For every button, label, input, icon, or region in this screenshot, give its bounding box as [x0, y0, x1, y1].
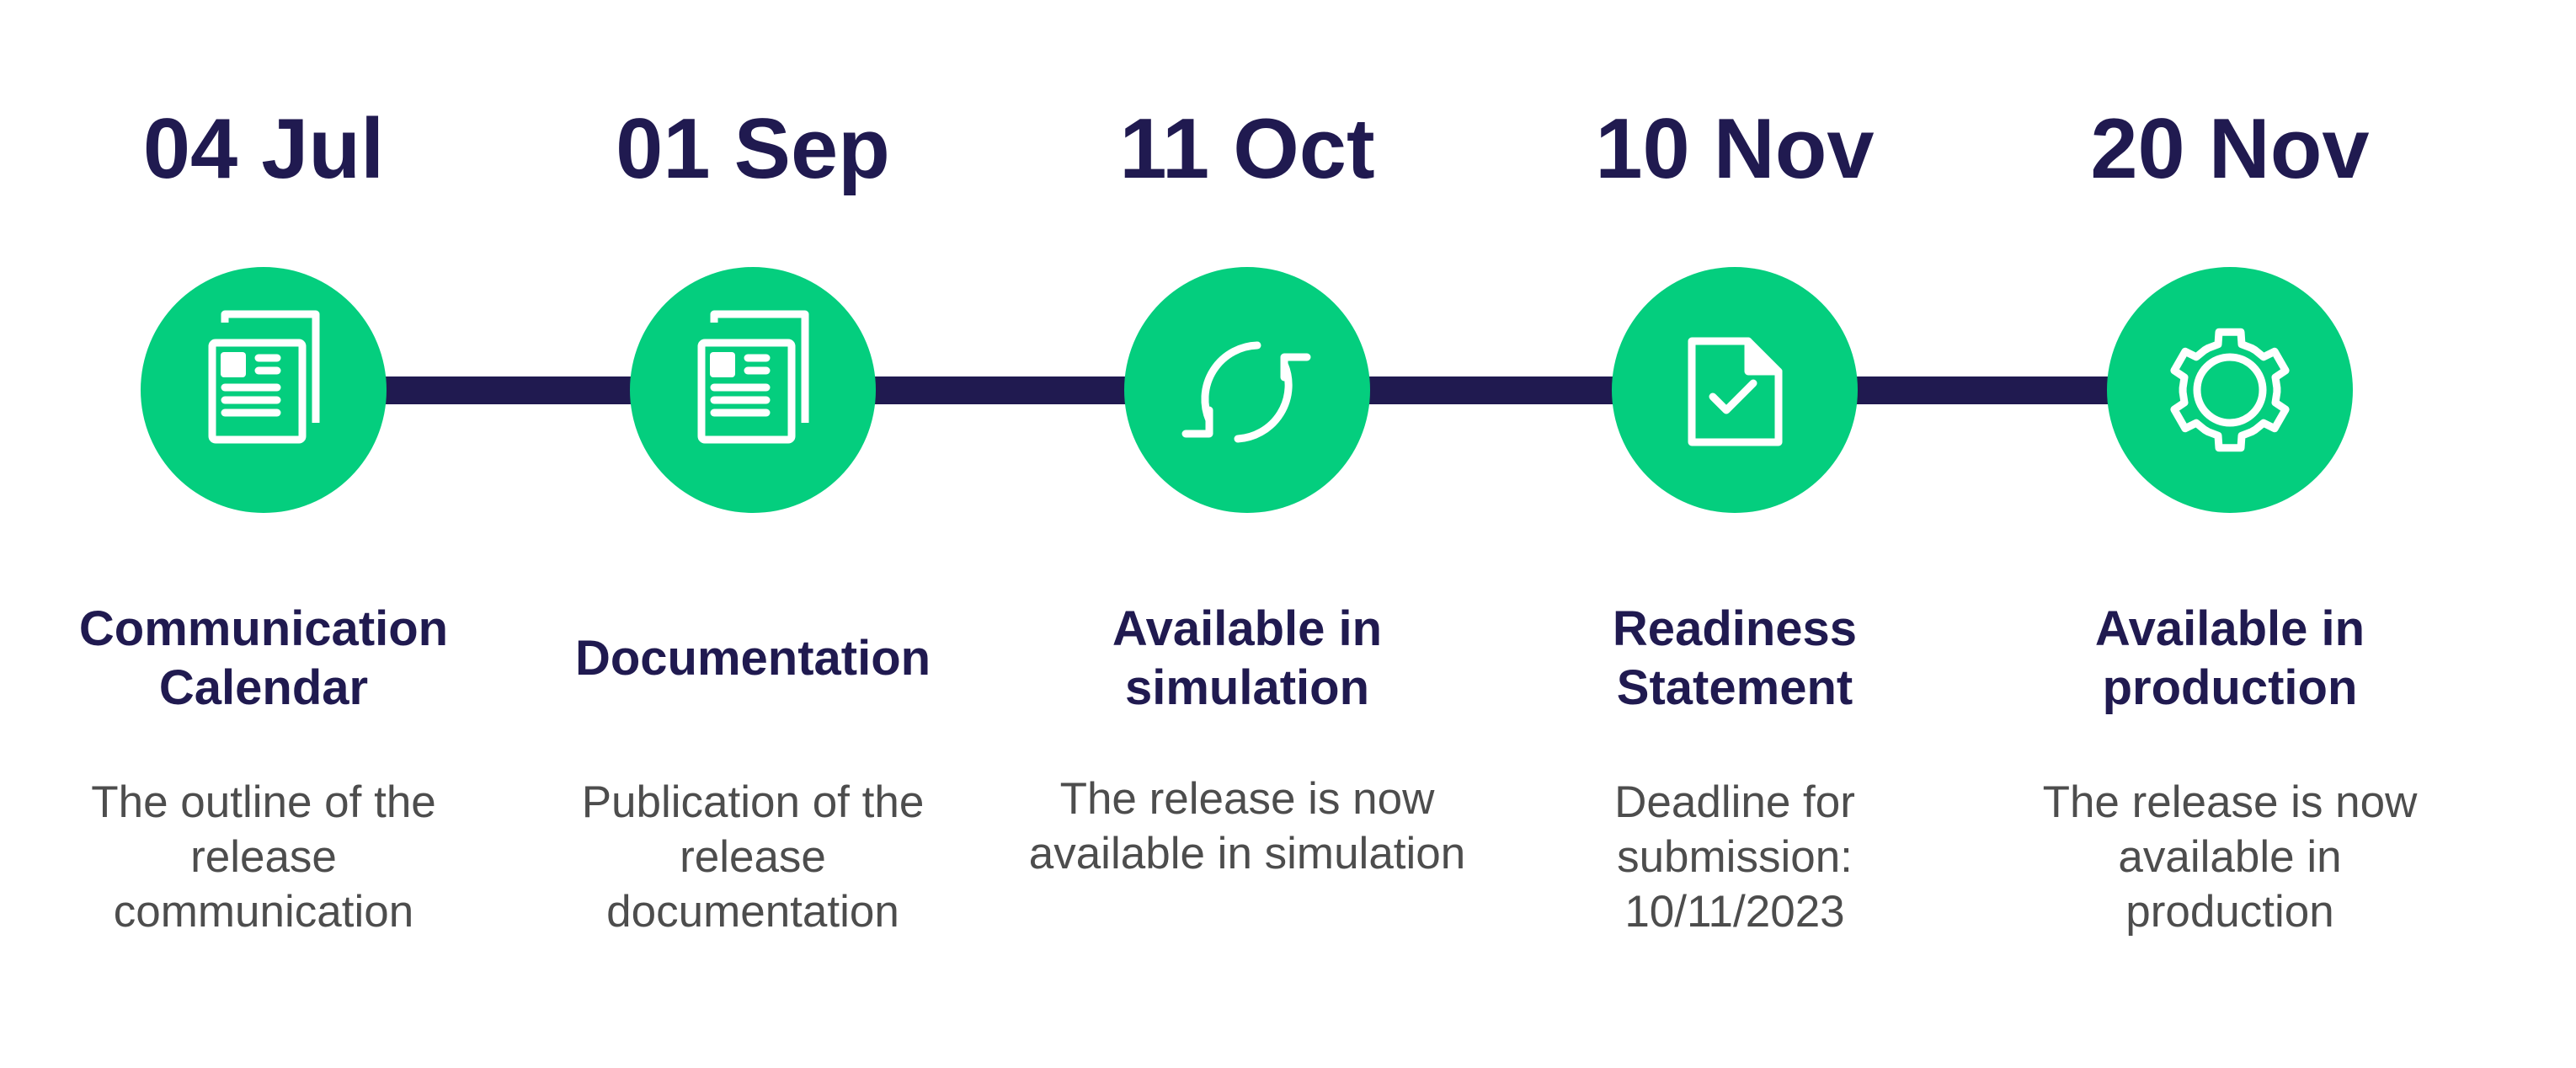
- milestone-date: 01 Sep: [616, 102, 890, 196]
- milestone-description: The release is now available in producti…: [2042, 777, 2418, 937]
- gear-icon: [2170, 328, 2290, 452]
- milestone-communication-calendar: 04 Jul Communication Calendar The outlin…: [28, 0, 499, 1068]
- milestone-icon-circle: [1612, 267, 1858, 513]
- milestone-readiness-statement: 10 Nov Readiness Statement Deadline for …: [1499, 0, 1971, 1068]
- newspaper-icon: [697, 310, 809, 444]
- milestone-title: Readiness Statement: [1612, 601, 1858, 715]
- milestone-title: Available in production: [2094, 601, 2365, 715]
- milestone-icon-circle: [1124, 267, 1370, 513]
- milestone-description: Deadline for submission: 10/11/2023: [1614, 777, 1855, 937]
- milestone-title: Communication Calendar: [78, 601, 449, 715]
- milestone-description: Publication of the release documentation: [581, 777, 925, 937]
- document-check-icon: [1688, 337, 1783, 446]
- milestone-icon-circle: [2107, 267, 2353, 513]
- milestone-icon-circle: [630, 267, 876, 513]
- milestone-date: 20 Nov: [2090, 102, 2370, 196]
- milestone-date: 11 Oct: [1119, 102, 1375, 196]
- milestone-description: The release is now available in simulati…: [1028, 774, 1466, 878]
- milestone-icon-circle: [141, 267, 387, 513]
- milestone-documentation: 01 Sep Documentation Publication of the …: [517, 0, 989, 1068]
- refresh-icon: [1181, 341, 1311, 443]
- milestone-available-in-simulation: 11 Oct Available in simulation The relea…: [1011, 0, 1483, 1068]
- newspaper-icon: [208, 310, 320, 444]
- milestone-date: 10 Nov: [1595, 102, 1875, 196]
- milestone-title: Documentation: [574, 631, 931, 686]
- milestone-available-in-production: 20 Nov Available in production The relea…: [1994, 0, 2466, 1068]
- milestone-date: 04 Jul: [142, 102, 385, 196]
- milestone-title: Available in simulation: [1112, 601, 1383, 715]
- milestone-description: The outline of the release communication: [91, 777, 436, 937]
